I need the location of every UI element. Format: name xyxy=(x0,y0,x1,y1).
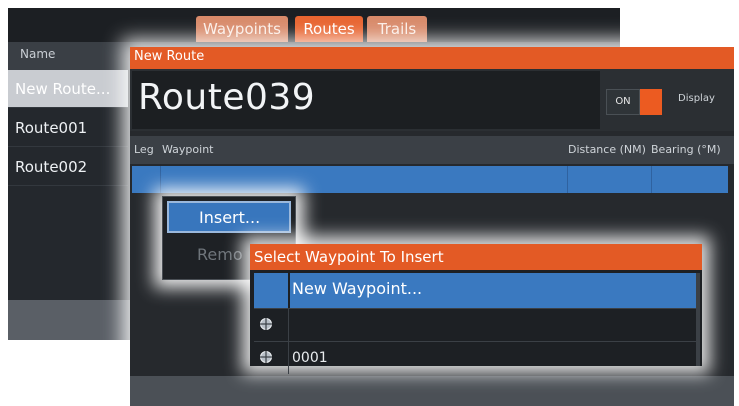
waypoint-icon xyxy=(260,318,272,330)
leg-column-header: Leg xyxy=(134,143,154,156)
insert-label: Insert... xyxy=(199,208,261,227)
dialog-footer xyxy=(130,376,734,406)
tab-routes[interactable]: Routes xyxy=(295,16,363,42)
table-row[interactable] xyxy=(132,166,728,193)
list-item-route002[interactable]: Route002 xyxy=(8,148,128,186)
insert-menu-item[interactable]: Insert... xyxy=(167,201,291,233)
route-name-field[interactable]: Route039 xyxy=(132,71,600,129)
waypoint-list-item[interactable] xyxy=(254,308,696,341)
tab-bar: Waypoints Routes Trails xyxy=(8,8,620,42)
toggle-state-label: ON xyxy=(606,89,640,115)
select-waypoint-title: Select Waypoint To Insert xyxy=(254,248,444,266)
display-toggle[interactable] xyxy=(640,89,662,115)
new-waypoint-label: New Waypoint... xyxy=(292,279,423,298)
waypoint-column-header: Waypoint xyxy=(162,143,214,156)
select-waypoint-title-bar: Select Waypoint To Insert xyxy=(250,244,702,270)
waypoint-label: 0001 xyxy=(292,350,328,366)
new-waypoint-option[interactable]: New Waypoint... xyxy=(290,273,696,308)
display-label: Display xyxy=(678,93,715,104)
new-waypoint-icon-cell[interactable] xyxy=(254,273,288,308)
dialog-title: New Route xyxy=(134,49,205,64)
tab-trails[interactable]: Trails xyxy=(367,16,427,42)
waypoint-icon xyxy=(260,351,272,363)
name-column-header: Name xyxy=(20,47,56,61)
remove-menu-item[interactable]: Remo xyxy=(197,245,243,264)
leg-table-header: Leg Waypoint Distance (NM) Bearing (°M) xyxy=(130,136,734,164)
waypoint-list-item[interactable]: 0001 xyxy=(254,341,696,374)
list-item-new-route[interactable]: New Route... xyxy=(8,70,128,108)
waypoint-list-scrollbar[interactable] xyxy=(696,273,700,366)
bearing-column-header: Bearing (°M) xyxy=(651,143,721,156)
distance-column-header: Distance (NM) xyxy=(568,143,646,156)
route-name-text: Route039 xyxy=(138,77,316,118)
select-waypoint-dialog: Select Waypoint To Insert New Waypoint..… xyxy=(250,244,702,374)
list-item-route001[interactable]: Route001 xyxy=(8,109,128,147)
dialog-title-bar: New Route xyxy=(130,47,734,69)
tab-waypoints[interactable]: Waypoints xyxy=(196,16,288,42)
